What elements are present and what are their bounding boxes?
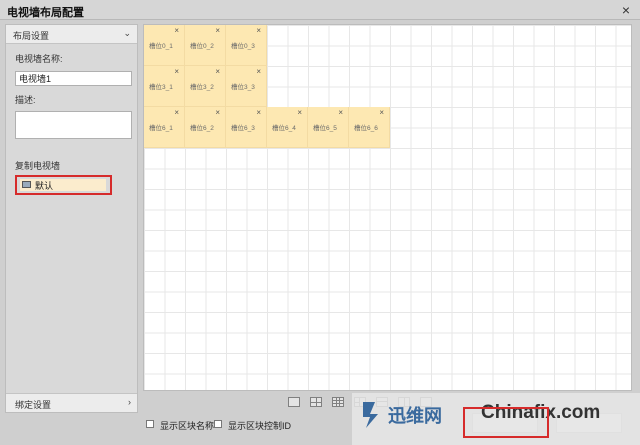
description-input[interactable]	[15, 111, 132, 139]
layout-canvas[interactable]: × 槽位0_1 × 槽位0_2 × 槽位0_3 × 槽位3_1 × 槽位3_2 × 槽位3_…	[143, 24, 632, 391]
slot-cell[interactable]: × 槽位0_3	[226, 25, 267, 66]
layout-settings-label: 布局设置	[13, 31, 50, 41]
remove-slot-icon[interactable]: ×	[256, 108, 261, 117]
slot-label: 槽位0_3	[231, 43, 255, 50]
slot-label: 槽位6_1	[149, 125, 173, 132]
remove-slot-icon[interactable]: ×	[379, 108, 384, 117]
copy-tv-wall-item[interactable]: 默认	[15, 175, 112, 195]
copy-tv-wall-label: 复制电视墙	[15, 161, 61, 171]
remove-slot-icon[interactable]: ×	[297, 108, 302, 117]
binding-settings-header[interactable]: 绑定设置 ›	[6, 393, 137, 412]
slot-cell[interactable]: × 槽位3_2	[185, 66, 226, 107]
slot-cell[interactable]: × 槽位6_6	[349, 107, 390, 148]
slot-cell[interactable]: × 槽位6_1	[144, 107, 185, 148]
show-block-name-checkbox[interactable]	[146, 420, 154, 428]
show-block-control-id-label: 显示区块控制ID	[228, 421, 292, 431]
remove-slot-icon[interactable]: ×	[215, 108, 220, 117]
slot-label: 槽位6_5	[313, 125, 337, 132]
chevron-right-icon[interactable]: ›	[128, 397, 131, 407]
layout-settings-header[interactable]: 布局设置 ⌄	[6, 25, 137, 44]
remove-slot-icon[interactable]: ×	[174, 67, 179, 76]
remove-slot-icon[interactable]: ×	[338, 108, 343, 117]
window-title: 电视墙布局配置	[7, 7, 84, 19]
tv-icon	[22, 181, 31, 188]
layout-2x2-icon[interactable]	[310, 397, 322, 407]
remove-slot-icon[interactable]: ×	[256, 67, 261, 76]
watermark-cn: 迅维网	[388, 406, 442, 427]
copy-item-label: 默认	[35, 181, 54, 191]
slot-label: 槽位0_1	[149, 43, 173, 50]
slot-cell[interactable]: × 槽位6_5	[308, 107, 349, 148]
slot-label: 槽位6_3	[231, 125, 255, 132]
show-block-name-label: 显示区块名称	[160, 421, 215, 431]
remove-slot-icon[interactable]: ×	[215, 26, 220, 35]
close-icon[interactable]: ×	[618, 2, 634, 18]
slot-cell[interactable]: × 槽位6_4	[267, 107, 308, 148]
description-label: 描述:	[15, 95, 36, 105]
tv-wall-name-label: 电视墙名称:	[15, 54, 63, 64]
tv-wall-name-input[interactable]	[15, 71, 132, 86]
slot-label: 槽位3_1	[149, 84, 173, 91]
binding-settings-label: 绑定设置	[15, 400, 52, 410]
ok-button-highlight	[463, 407, 549, 438]
slot-cell[interactable]: × 槽位3_1	[144, 66, 185, 107]
layout-3x3-icon[interactable]	[332, 397, 344, 407]
title-bar: 电视墙布局配置 ×	[0, 0, 640, 20]
slot-label: 槽位6_2	[190, 125, 214, 132]
slot-label: 槽位6_6	[354, 125, 378, 132]
watermark-logo-icon	[363, 402, 378, 428]
slot-cell[interactable]: × 槽位6_3	[226, 107, 267, 148]
slot-cell[interactable]: × 槽位6_2	[185, 107, 226, 148]
slot-label: 槽位3_2	[190, 84, 214, 91]
remove-slot-icon[interactable]: ×	[174, 26, 179, 35]
slot-cell[interactable]: × 槽位3_3	[226, 66, 267, 107]
remove-slot-icon[interactable]: ×	[256, 26, 261, 35]
chevron-down-icon[interactable]: ⌄	[123, 28, 131, 39]
slot-label: 槽位3_3	[231, 84, 255, 91]
remove-slot-icon[interactable]: ×	[174, 108, 179, 117]
slot-label: 槽位0_2	[190, 43, 214, 50]
slot-cell[interactable]: × 槽位0_1	[144, 25, 185, 66]
slot-cell[interactable]: × 槽位0_2	[185, 25, 226, 66]
sidebar: 布局设置 ⌄ 电视墙名称: 描述: 复制电视墙 默认 绑定设置 ›	[5, 24, 138, 413]
slot-label: 槽位6_4	[272, 125, 296, 132]
layout-1x1-icon[interactable]	[288, 397, 300, 407]
remove-slot-icon[interactable]: ×	[215, 67, 220, 76]
show-block-control-id-checkbox[interactable]	[214, 420, 222, 428]
